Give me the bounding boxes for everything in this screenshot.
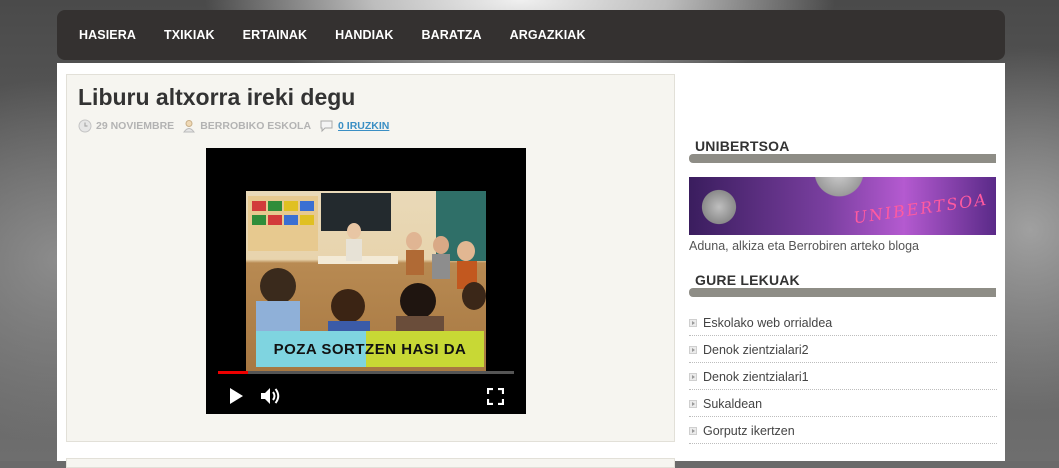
post-meta: 29 NOVIEMBRE BERROBIKO ESKOLA 0 IRUZKIN — [78, 119, 397, 133]
nav-item-argazkiak[interactable]: ARGAZKIAK — [510, 28, 586, 42]
post-author-text: BERROBIKO ESKOLA — [200, 120, 312, 132]
bullet-arrow-icon — [689, 373, 697, 381]
link-gorputz-ikertzen[interactable]: Gorputz ikertzen — [703, 424, 795, 438]
video-progress-fill — [218, 371, 248, 374]
user-icon — [183, 120, 196, 133]
bullet-arrow-icon — [689, 427, 697, 435]
fullscreen-icon[interactable] — [487, 388, 504, 405]
play-icon[interactable] — [227, 387, 245, 405]
video-player[interactable]: POZA SORTZEN HASI DA — [206, 148, 526, 414]
unibertsoa-description: Aduna, alkiza eta Berrobiren arteko blog… — [689, 239, 920, 253]
post-date: 29 NOVIEMBRE — [78, 119, 174, 133]
link-denok-zientzialari2[interactable]: Denok zientzialari2 — [703, 343, 809, 357]
widget-bar-unibertsoa — [689, 154, 996, 163]
post-author: BERROBIKO ESKOLA — [182, 119, 311, 133]
video-progress-bar[interactable] — [218, 371, 514, 374]
widget-title-gure-lekuak: GURE LEKUAK — [695, 272, 800, 288]
blog-post: Liburu altxorra ireki degu 29 NOVIEMBRE … — [66, 74, 675, 442]
post-title[interactable]: Liburu altxorra ireki degu — [78, 84, 355, 111]
widget-title-unibertsoa: UNIBERTSOA — [695, 138, 790, 154]
nav-item-hasiera[interactable]: HASIERA — [79, 28, 136, 42]
volume-icon[interactable] — [260, 386, 282, 406]
video-banner: POZA SORTZEN HASI DA — [256, 331, 484, 367]
list-item[interactable]: Denok zientzialari2 — [689, 336, 997, 363]
link-eskolako-web[interactable]: Eskolako web orrialdea — [703, 316, 832, 330]
bullet-arrow-icon — [689, 319, 697, 327]
post-comments-link[interactable]: 0 IRUZKIN — [338, 120, 389, 132]
unibertsoa-banner-text: UNIBERTSOA — [852, 189, 989, 228]
nav-item-txikiak[interactable]: TXIKIAK — [164, 28, 215, 42]
unibertsoa-banner-image[interactable]: UNIBERTSOA — [689, 177, 996, 235]
list-item[interactable]: Sukaldean — [689, 390, 997, 417]
nav-item-baratza[interactable]: BARATZA — [421, 28, 481, 42]
list-item[interactable]: Denok zientzialari1 — [689, 363, 997, 390]
next-post-preview — [66, 458, 675, 468]
clock-icon — [78, 119, 92, 133]
link-sukaldean[interactable]: Sukaldean — [703, 397, 762, 411]
nav-item-ertainak[interactable]: ERTAINAK — [243, 28, 307, 42]
page-content: Liburu altxorra ireki degu 29 NOVIEMBRE … — [57, 63, 1005, 468]
bullet-arrow-icon — [689, 346, 697, 354]
widget-bar-gure-lekuak — [689, 288, 996, 297]
list-item[interactable]: Eskolako web orrialdea — [689, 309, 997, 336]
post-comments: 0 IRUZKIN — [319, 119, 389, 133]
video-banner-text: POZA SORTZEN HASI DA — [273, 340, 467, 358]
video-thumbnail: POZA SORTZEN HASI DA — [246, 191, 486, 371]
bullet-arrow-icon — [689, 400, 697, 408]
link-denok-zientzialari1[interactable]: Denok zientzialari1 — [703, 370, 809, 384]
comment-icon — [320, 120, 333, 133]
list-item[interactable]: Gorputz ikertzen — [689, 417, 997, 444]
post-date-text: 29 NOVIEMBRE — [96, 120, 175, 132]
nav-item-handiak[interactable]: HANDIAK — [335, 28, 393, 42]
gure-lekuak-list: Eskolako web orrialdea Denok zientzialar… — [689, 309, 997, 444]
main-navigation: HASIERA TXIKIAK ERTAINAK HANDIAK BARATZA… — [57, 10, 1005, 60]
